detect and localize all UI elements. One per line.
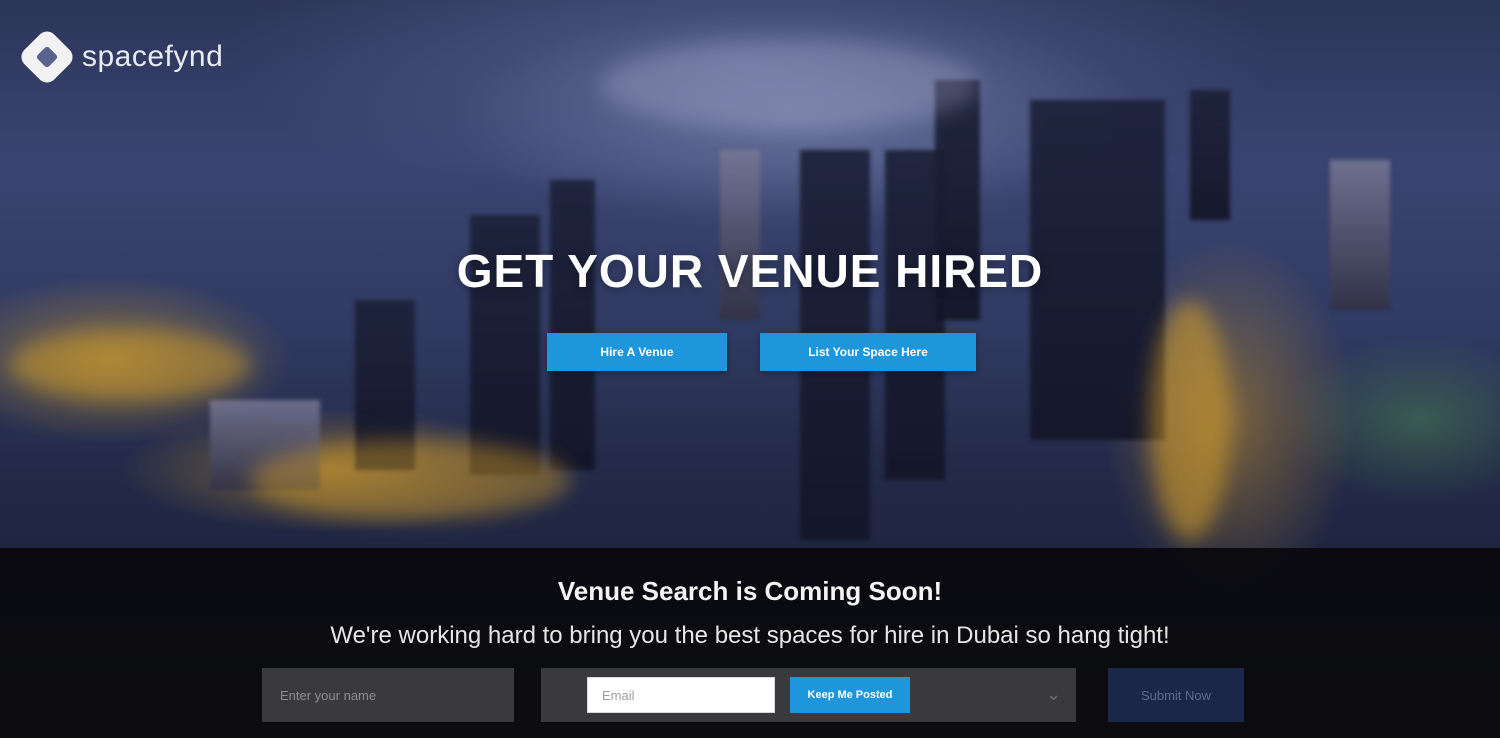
list-space-button[interactable]: List Your Space Here (760, 333, 976, 371)
city-building (550, 180, 595, 470)
email-input[interactable] (587, 677, 775, 713)
city-building (1190, 90, 1230, 220)
hire-venue-button[interactable]: Hire A Venue (547, 333, 727, 371)
chevron-down-icon[interactable]: ⌄ (1046, 684, 1061, 705)
banner-subtitle: We're working hard to bring you the best… (330, 622, 1170, 649)
city-lights (600, 40, 980, 130)
brand-logo[interactable]: spacefynd (17, 27, 224, 87)
keep-me-posted-button[interactable]: Keep Me Posted (790, 677, 910, 713)
submit-button[interactable]: Submit Now (1108, 668, 1244, 722)
banner-title: Venue Search is Coming Soon! (557, 576, 943, 606)
name-input[interactable] (262, 668, 514, 722)
city-lights (10, 330, 250, 400)
spacefynd-logo-icon (17, 27, 77, 87)
hero-title: GET YOUR VENUE HIRED (456, 245, 1044, 297)
city-lights (250, 440, 570, 520)
brand-name: spacefynd (82, 40, 224, 73)
city-lights (1150, 300, 1230, 540)
landing-page: spacefynd GET YOUR VENUE HIRED Hire A Ve… (0, 0, 1500, 738)
